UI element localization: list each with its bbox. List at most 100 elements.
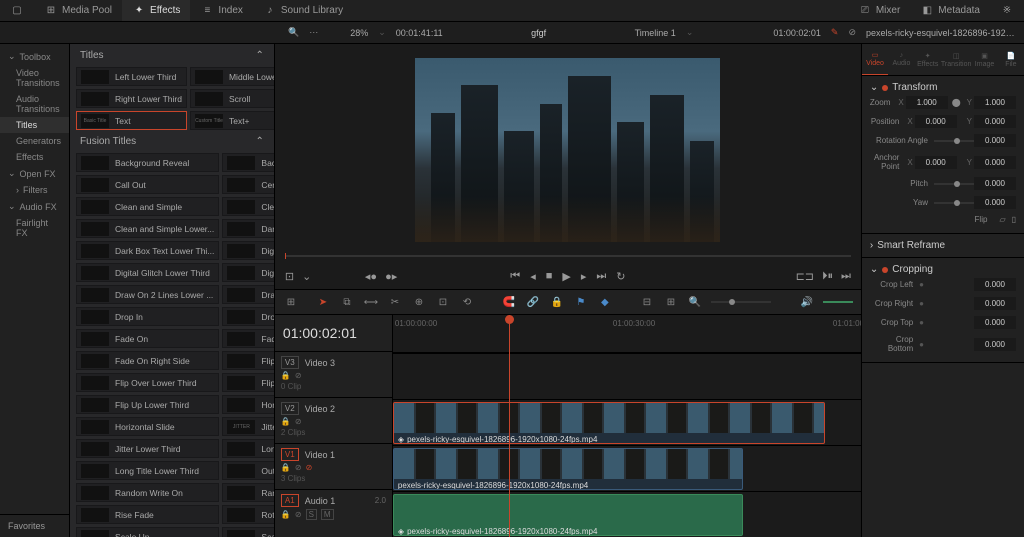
lock-icon[interactable]: 🔒 xyxy=(281,463,291,472)
track-tag[interactable]: V1 xyxy=(281,448,299,461)
snap-icon[interactable]: 🧲 xyxy=(501,297,517,308)
stop-icon[interactable]: ■ xyxy=(546,270,553,282)
title-item[interactable]: Random Write On xyxy=(76,483,219,502)
tab-effects[interactable]: ✦Effects xyxy=(122,0,190,21)
title-item[interactable]: Custom TitleText+ xyxy=(190,111,275,130)
title-item[interactable]: Draw On 2 Lines Lower ... xyxy=(76,285,219,304)
title-item[interactable]: Random Write On Lowe... xyxy=(222,483,275,502)
title-item[interactable]: Left Lower Third xyxy=(76,67,187,86)
reframe-header[interactable]: Smart Reframe xyxy=(877,240,945,251)
jump-end-icon[interactable]: ⏭ xyxy=(841,270,851,283)
zoom-x-field[interactable]: 1.000 xyxy=(906,96,948,109)
title-item[interactable]: Right Lower Third xyxy=(76,89,187,108)
track-header[interactable]: A1Audio 12.0🔒⊘SM xyxy=(275,489,392,535)
title-item[interactable]: Draw On Corners 1 Line xyxy=(222,285,275,304)
lock-icon[interactable]: 🔒 xyxy=(281,510,291,519)
options-icon[interactable]: ⋯ xyxy=(309,27,318,38)
crop-bottom-field[interactable]: 0.000 xyxy=(974,338,1016,351)
title-item[interactable]: Flip Up Lower Third xyxy=(76,395,219,414)
zoom-y-field[interactable]: 1.000 xyxy=(974,96,1016,109)
mute-icon[interactable]: M xyxy=(321,509,334,520)
group-openfx[interactable]: ⌄Open FX xyxy=(0,165,69,182)
title-item[interactable]: Long Title Lower Third xyxy=(76,461,219,480)
title-item[interactable]: Clean and Simple Lower... xyxy=(76,219,219,238)
view2-icon[interactable]: ⊞ xyxy=(663,297,679,308)
title-item[interactable]: Rotate In and Out xyxy=(222,505,275,524)
tab-sound-library[interactable]: ♪Sound Library xyxy=(253,0,353,21)
title-item[interactable]: Digital Glitch xyxy=(222,241,275,260)
zoom-icon[interactable]: 🔍 xyxy=(687,297,703,308)
timeline-view-icon[interactable]: ⊞ xyxy=(283,297,299,308)
blade-tool-icon[interactable]: ✂ xyxy=(387,297,403,308)
title-item[interactable]: Fade On xyxy=(76,329,219,348)
first-frame-icon[interactable]: ⏮ xyxy=(510,270,520,283)
title-item[interactable]: Clean and Simple Headi... xyxy=(222,197,275,216)
title-item[interactable]: Horizontal Line Reveal xyxy=(222,395,275,414)
track-v1[interactable]: pexels-ricky-esquivel-1826896-1920x1080-… xyxy=(393,445,861,491)
title-item[interactable]: Dark Box Text xyxy=(222,219,275,238)
match-frame-icon[interactable]: ⊏⊐ xyxy=(796,270,814,283)
group-toolbox[interactable]: ⌄Toolbox xyxy=(0,48,69,65)
title-item[interactable]: Fade On Lower Third xyxy=(222,329,275,348)
pencil-icon[interactable]: ✎ xyxy=(831,27,839,38)
insp-tab-effects[interactable]: ✦Effects xyxy=(915,44,941,75)
disable-icon[interactable]: ⊘ xyxy=(295,371,302,380)
pitch-slider[interactable] xyxy=(934,183,974,185)
zoom-level[interactable]: 28% xyxy=(350,28,368,38)
disable-active-icon[interactable]: ⊘ xyxy=(306,463,313,472)
title-item[interactable]: Scroll xyxy=(190,89,275,108)
insp-tab-video[interactable]: ▭Video xyxy=(862,44,888,75)
selection-tool-icon[interactable]: ➤ xyxy=(315,297,331,308)
next-frame-icon[interactable]: ▸ xyxy=(581,270,587,283)
last-frame-icon[interactable]: ⏭ xyxy=(596,270,606,283)
group-audiofx[interactable]: ⌄Audio FX xyxy=(0,198,69,215)
title-item[interactable]: Digital Glitch Right Side xyxy=(222,263,275,282)
prev-marker-icon[interactable]: ◂● xyxy=(365,270,377,283)
timeline-timecode[interactable]: 01:00:02:01 xyxy=(275,315,392,351)
title-item[interactable]: Drop In Lower Third xyxy=(222,307,275,326)
insp-tab-audio[interactable]: ♪Audio xyxy=(888,44,914,75)
track-tag[interactable]: V2 xyxy=(281,402,299,415)
flip-h-icon[interactable]: ▱ xyxy=(993,215,1011,224)
title-item[interactable]: Clean and Simple xyxy=(76,197,219,216)
timeline-selector[interactable]: Timeline 1 xyxy=(635,28,676,38)
marker-icon[interactable]: ◆ xyxy=(597,297,613,308)
trim-tool-icon[interactable]: ⧉ xyxy=(339,297,355,308)
transform-icon[interactable]: ⊡ xyxy=(285,270,294,283)
anchor-y-field[interactable]: 0.000 xyxy=(974,156,1016,169)
title-item[interactable]: Jitter Lower Third xyxy=(76,439,219,458)
flip-v-icon[interactable]: ▯ xyxy=(1012,215,1016,224)
title-item[interactable]: Flip Up xyxy=(222,373,275,392)
in-out-icon[interactable]: ⏵⏸ xyxy=(822,270,833,283)
track-v2[interactable]: ◈pexels-ricky-esquivel-1826896-1920x1080… xyxy=(393,399,861,445)
clip-v1[interactable]: pexels-ricky-esquivel-1826896-1920x1080-… xyxy=(393,448,743,490)
track-v3[interactable] xyxy=(393,353,861,399)
pitch-field[interactable]: 0.000 xyxy=(974,177,1016,190)
prev-frame-icon[interactable]: ◂ xyxy=(530,270,536,283)
track-header[interactable]: V1Video 1🔒⊘⊘3 Clips xyxy=(275,443,392,489)
panel-toggle[interactable]: ▢ xyxy=(0,0,34,21)
collapse-icon[interactable]: ⌃ xyxy=(256,136,264,147)
crop-left-field[interactable]: 0.000 xyxy=(974,278,1016,291)
timecode-display[interactable]: 01:00:02:01 xyxy=(773,28,821,38)
yaw-field[interactable]: 0.000 xyxy=(974,196,1016,209)
edit-tool-icon[interactable]: ⟷ xyxy=(363,297,379,308)
loop-icon[interactable]: ↻ xyxy=(616,270,625,283)
track-a1[interactable]: ◈pexels-ricky-esquivel-1826896-1920x1080… xyxy=(393,491,861,537)
dropdown-icon[interactable]: ⌄ xyxy=(302,270,311,283)
search-icon[interactable]: 🔍 xyxy=(288,27,299,38)
crop-right-field[interactable]: 0.000 xyxy=(974,297,1016,310)
title-item[interactable]: Outline Offset xyxy=(222,461,275,480)
transform-header[interactable]: Transform xyxy=(892,82,937,93)
item-audio-transitions[interactable]: Audio Transitions xyxy=(0,91,69,117)
title-item[interactable]: Horizontal Slide xyxy=(76,417,219,436)
rotation-slider[interactable] xyxy=(934,140,974,142)
yaw-slider[interactable] xyxy=(934,202,974,204)
collapse-icon[interactable]: ⌃ xyxy=(256,50,264,61)
anchor-x-field[interactable]: 0.000 xyxy=(915,156,957,169)
track-header[interactable]: V3Video 3🔒⊘0 Clip xyxy=(275,351,392,397)
track-tag[interactable]: V3 xyxy=(281,356,299,369)
item-filters[interactable]: › Filters xyxy=(0,182,69,198)
solo-icon[interactable]: S xyxy=(306,509,317,520)
lock-icon[interactable]: 🔒 xyxy=(549,297,565,308)
